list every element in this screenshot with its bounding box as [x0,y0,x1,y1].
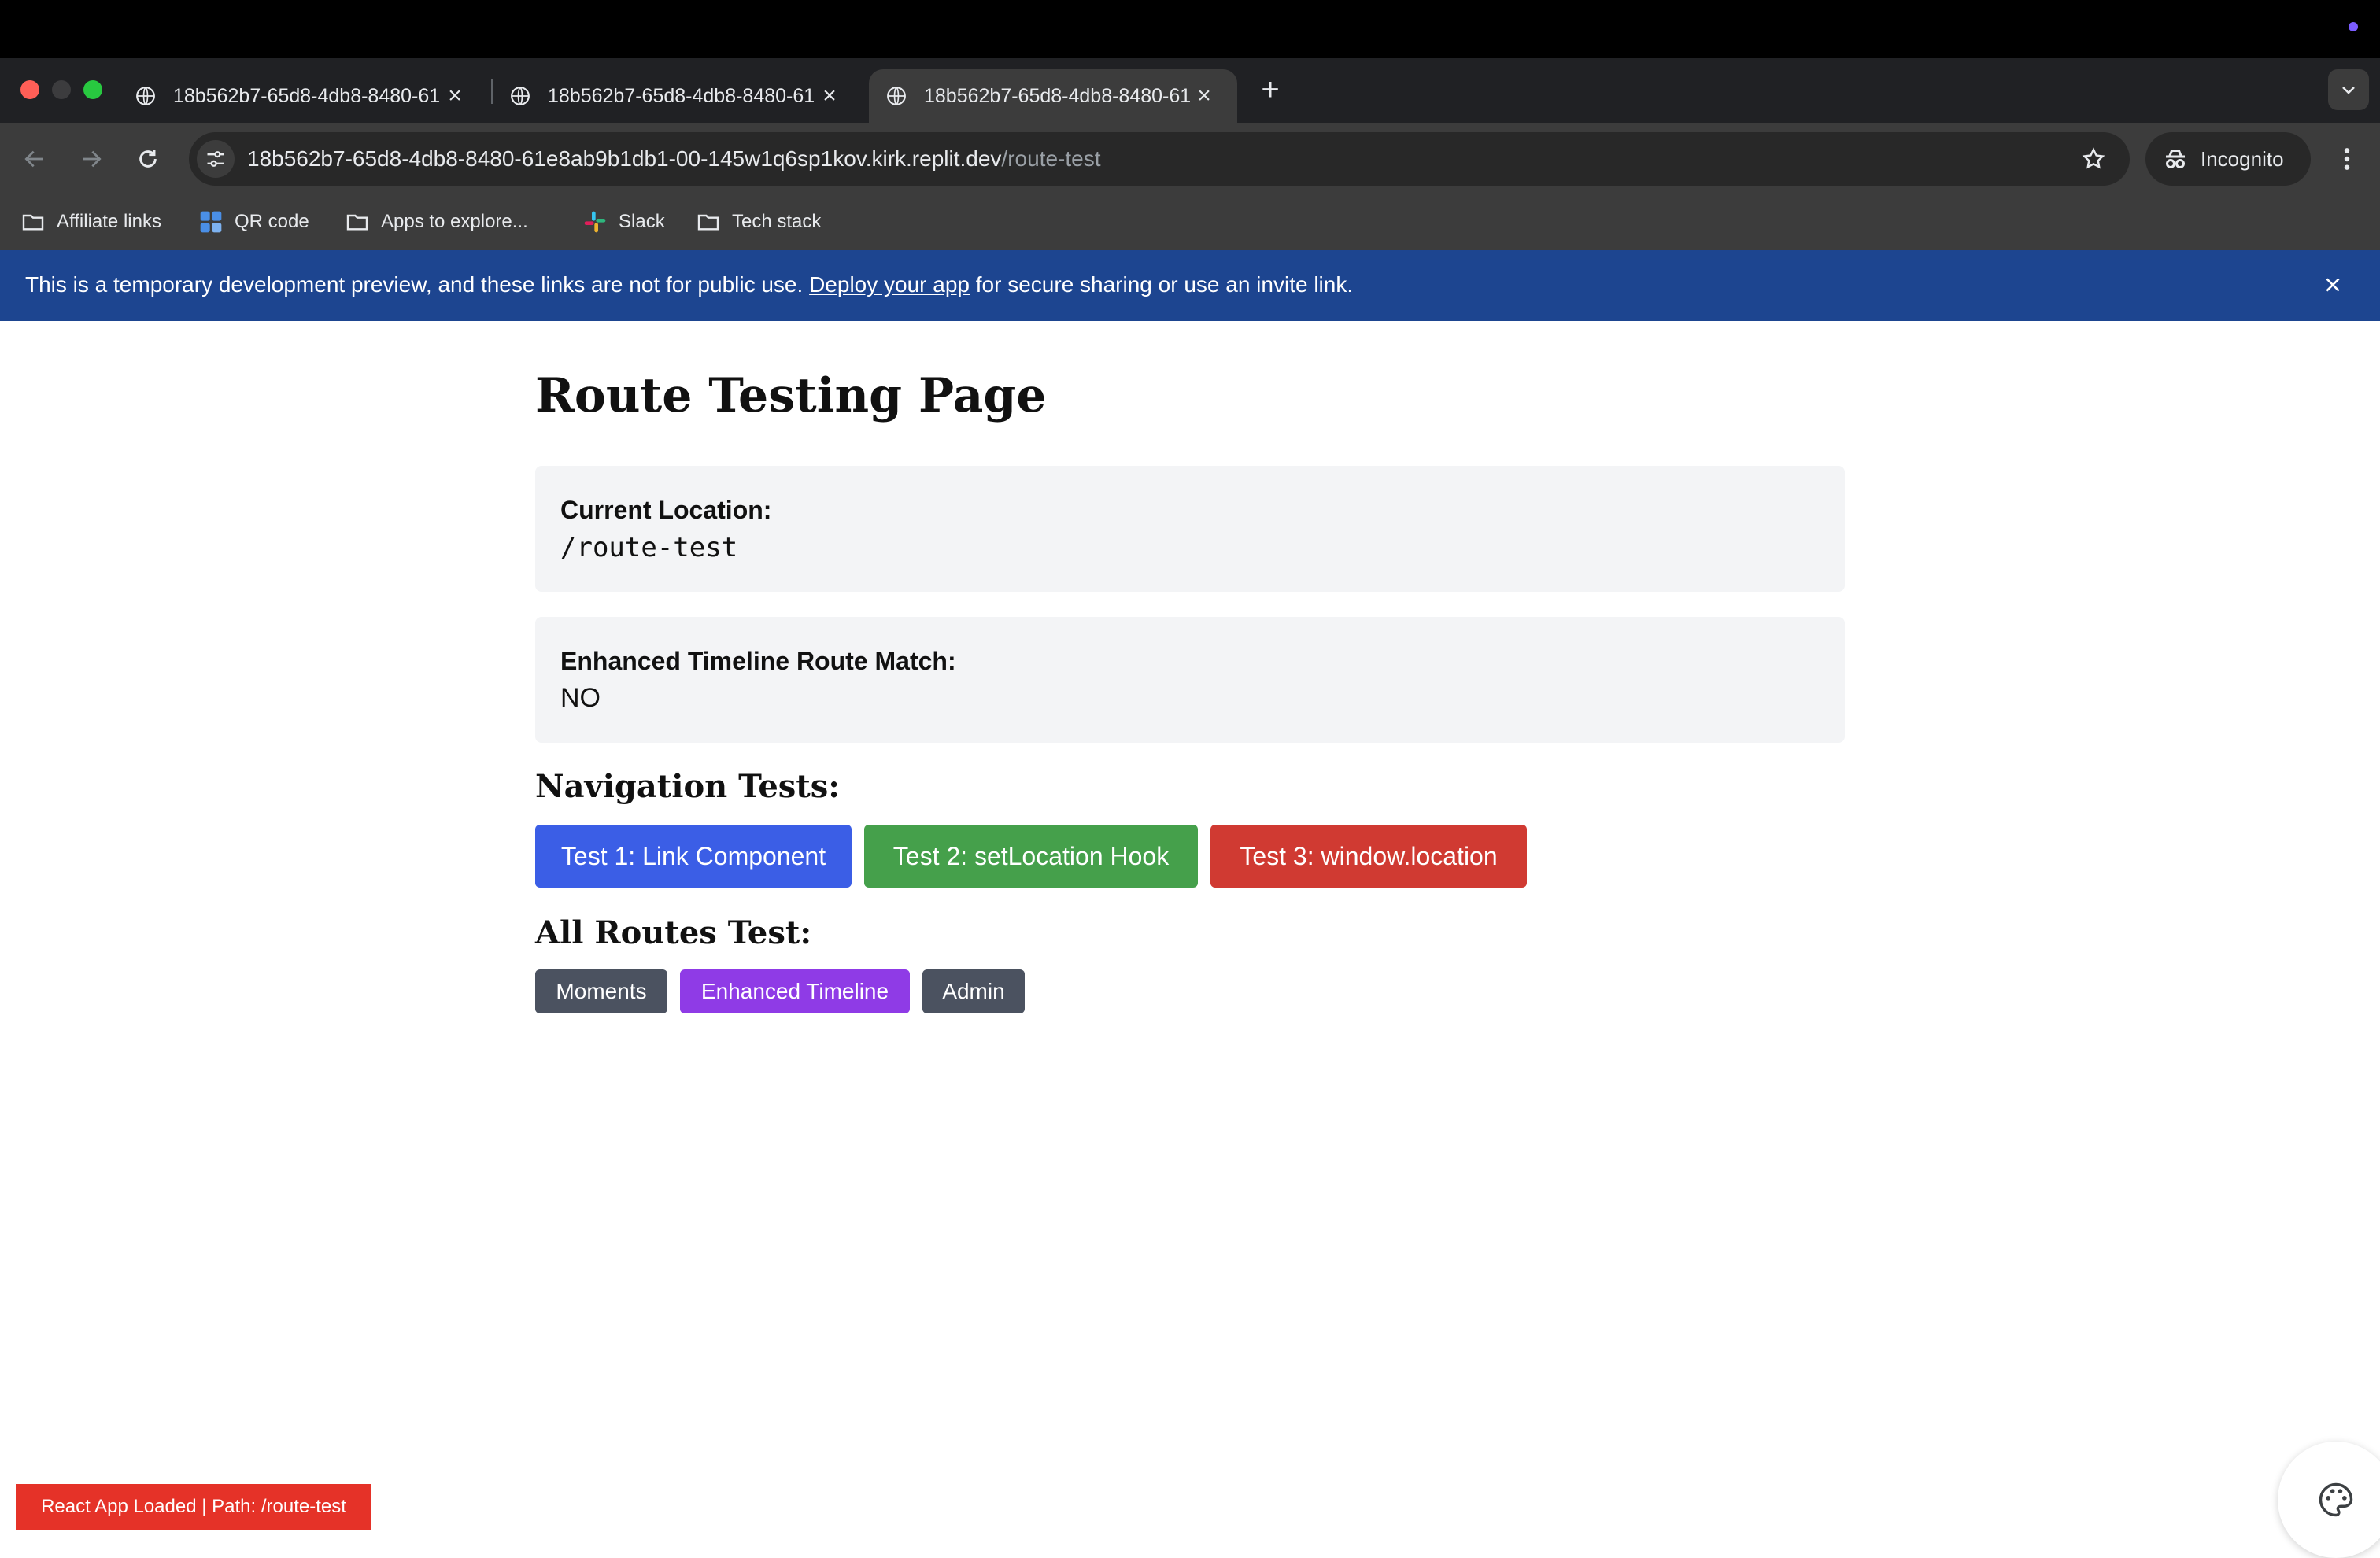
tab-search-button[interactable] [2328,69,2369,110]
bookmark-slack[interactable]: Slack [582,206,665,238]
current-location-label: Current Location: [560,496,772,524]
test-link-component-button[interactable]: Test 1: Link Component [535,825,852,888]
route-moments-button[interactable]: Moments [535,969,667,1013]
route-match-value: NO [560,683,601,713]
reload-icon [139,150,157,168]
folder-icon [22,214,44,231]
close-window-button[interactable] [20,80,39,99]
globe-icon [887,87,906,105]
minimize-window-button[interactable] [52,80,71,99]
current-location-card: Current Location: /route-test [535,466,1845,592]
bookmark-label: Tech stack [732,211,822,232]
back-button[interactable] [17,142,52,176]
tab-title: 18b562b7-65d8-4db8-8480-61e8ab9b1db1-00-… [924,84,1190,107]
qr-app-icon [200,211,222,233]
bookmark-label: QR code [235,211,309,232]
status-dot [2349,22,2358,31]
url-host: 18b562b7-65d8-4db8-8480-61e8ab9b1db1-00-… [247,146,1002,171]
close-tab-icon[interactable]: × [815,82,844,110]
banner-text-before: This is a temporary development preview,… [25,272,804,297]
banner-text: This is a temporary development preview,… [25,272,1353,297]
reload-button[interactable] [131,142,165,176]
slack-icon [584,211,606,233]
close-tab-icon[interactable]: × [441,82,469,110]
test-setlocation-hook-button[interactable]: Test 2: setLocation Hook [864,825,1198,888]
page-title: Route Testing Page [535,368,1047,423]
status-badge: React App Loaded | Path: /route-test [16,1484,371,1530]
close-icon [2326,278,2340,292]
bookmark-star-button[interactable] [2076,142,2111,176]
folder-icon [697,214,719,231]
route-match-label: Enhanced Timeline Route Match: [560,647,956,675]
arrow-right-icon [83,150,102,168]
new-tab-button[interactable]: + [1255,72,1286,107]
globe-icon [136,87,155,105]
bookmark-apps-to-explore[interactable]: Apps to explore... [345,206,528,238]
dev-preview-banner: This is a temporary development preview,… [0,250,2380,321]
tab-2[interactable]: 18b562b7-65d8-4db8-8480-61e8ab9b1db1-00-… [493,69,844,123]
bookmark-qr-code[interactable]: QR code [198,206,309,238]
route-admin-button[interactable]: Admin [922,969,1025,1013]
maximize-window-button[interactable] [83,80,102,99]
incognito-icon [2166,150,2185,168]
route-enhanced-timeline-button[interactable]: Enhanced Timeline [680,969,910,1013]
folder-icon [346,214,368,231]
close-tab-icon[interactable]: × [1190,82,1218,110]
deploy-app-link[interactable]: Deploy your app [809,272,970,297]
browser-menu-button[interactable] [2331,142,2363,176]
globe-icon [511,87,530,105]
theme-palette-button[interactable] [2278,1442,2380,1558]
tune-icon [207,151,224,167]
banner-text-after: for secure sharing or use an invite link… [975,272,1354,297]
test-window-location-button[interactable]: Test 3: window.location [1210,825,1527,888]
star-icon [2082,147,2105,169]
menu-bar [0,0,2380,58]
tab-1[interactable]: 18b562b7-65d8-4db8-8480-61e8ab9b1db1-00-… [118,69,469,123]
url-text[interactable]: 18b562b7-65d8-4db8-8480-61e8ab9b1db1-00-… [247,146,1100,172]
incognito-label: Incognito [2201,146,2284,171]
arrow-left-icon [24,150,43,168]
navigation-tests-heading: Navigation Tests: [535,768,841,805]
chevron-down-icon [2342,87,2355,94]
url-path: /route-test [1001,146,1101,171]
bookmark-label: Apps to explore... [381,211,528,232]
incognito-indicator[interactable]: Incognito [2145,132,2311,186]
bookmark-label: Affiliate links [57,211,161,232]
route-match-card: Enhanced Timeline Route Match: NO [535,617,1845,743]
forward-button[interactable] [74,142,109,176]
all-routes-heading: All Routes Test: [535,914,812,951]
tab-title: 18b562b7-65d8-4db8-8480-61e8ab9b1db1-00-… [548,84,815,107]
site-info-button[interactable] [197,140,235,178]
palette-icon [2319,1482,2353,1517]
banner-close-button[interactable] [2317,264,2349,305]
bookmark-tech-stack[interactable]: Tech stack [696,206,821,238]
more-vert-icon [2344,148,2350,170]
bookmark-affiliate-links[interactable]: Affiliate links [20,206,161,238]
tab-3-active[interactable]: 18b562b7-65d8-4db8-8480-61e8ab9b1db1-00-… [869,69,1237,123]
bookmark-label: Slack [619,211,665,232]
tab-title: 18b562b7-65d8-4db8-8480-61e8ab9b1db1-00-… [173,84,441,107]
current-location-value: /route-test [560,532,738,563]
